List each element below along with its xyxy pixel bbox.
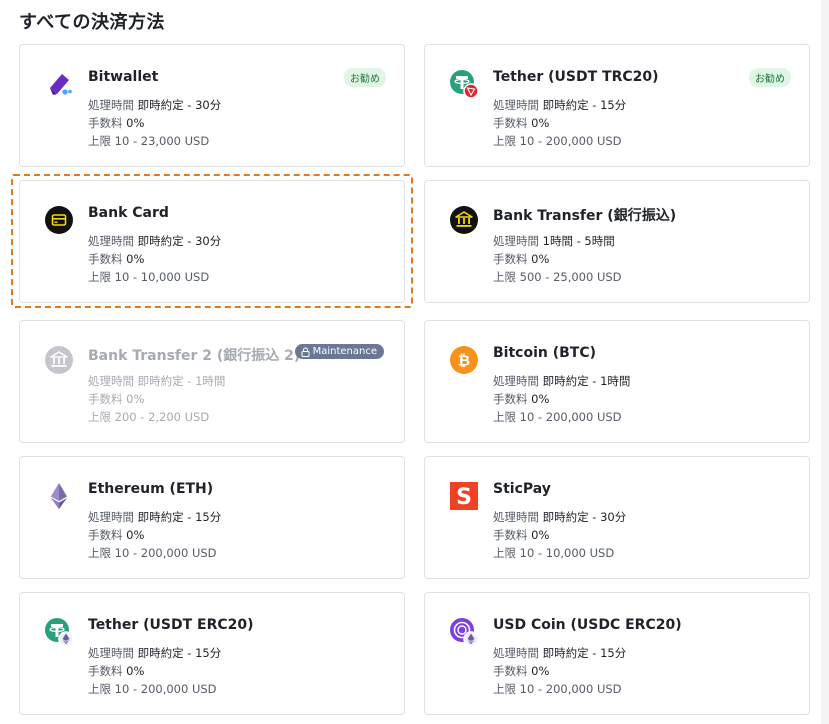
fee: 手数料 0% (88, 252, 145, 266)
method-name: Tether (USDT TRC20) (493, 69, 659, 85)
maintenance-badge: Maintenance (294, 344, 384, 359)
payment-card-bank-transfer-2: Bank Transfer 2 (銀行振込 2) Maintenance 処理時… (19, 320, 405, 443)
payment-card-bank-transfer[interactable]: Bank Transfer (銀行振込) 処理時間 1時間 - 5時間 手数料 … (424, 180, 810, 303)
limit: 上限 10 - 200,000 USD (88, 546, 217, 560)
payment-card-ethereum[interactable]: Ethereum (ETH) 処理時間 即時約定 - 15分 手数料 0% 上限… (19, 456, 405, 579)
lock-icon (301, 347, 310, 357)
method-name: Ethereum (ETH) (88, 481, 214, 497)
fee: 手数料 0% (88, 528, 145, 542)
limit: 上限 200 - 2,200 USD (88, 410, 210, 424)
page-title: すべての決済方法 (19, 12, 166, 33)
bank-icon (44, 345, 74, 375)
bank-card-icon (44, 205, 74, 235)
method-name: Bank Transfer 2 (銀行振込 2) (88, 348, 301, 364)
method-name: Bitwallet (88, 69, 159, 85)
method-name: Bank Card (88, 205, 169, 221)
tether-erc20-icon (44, 617, 74, 647)
bitcoin-icon: ₿ (449, 345, 479, 375)
method-name: SticPay (493, 481, 551, 497)
limit: 上限 10 - 200,000 USD (88, 682, 217, 696)
limit: 上限 10 - 200,000 USD (493, 410, 622, 424)
processing-time: 処理時間 即時約定 - 15分 (88, 510, 222, 524)
payment-card-sticpay[interactable]: S SticPay 処理時間 即時約定 - 30分 手数料 0% 上限 10 -… (424, 456, 810, 579)
limit: 上限 10 - 200,000 USD (493, 682, 622, 696)
payment-card-usdc-erc20[interactable]: USD Coin (USDC ERC20) 処理時間 即時約定 - 15分 手数… (424, 592, 810, 715)
bank-icon (449, 205, 479, 235)
fee: 手数料 0% (493, 528, 550, 542)
recommended-badge: お勧め (344, 68, 386, 87)
fee: 手数料 0% (493, 252, 550, 266)
payment-card-bitcoin[interactable]: ₿ Bitcoin (BTC) 処理時間 即時約定 - 1時間 手数料 0% 上… (424, 320, 810, 443)
scrollbar-track[interactable] (821, 0, 829, 724)
tether-trc20-icon (449, 69, 479, 99)
limit: 上限 10 - 10,000 USD (493, 546, 615, 560)
fee: 手数料 0% (493, 664, 550, 678)
limit: 上限 10 - 200,000 USD (493, 134, 622, 148)
recommended-badge: お勧め (749, 68, 791, 87)
ethereum-icon (44, 481, 74, 511)
svg-text:₿: ₿ (458, 352, 470, 370)
fee: 手数料 0% (88, 664, 145, 678)
usdc-erc20-icon (449, 617, 479, 647)
bitwallet-icon (44, 69, 74, 99)
limit: 上限 10 - 10,000 USD (88, 270, 210, 284)
payment-card-bitwallet[interactable]: Bitwallet お勧め 処理時間 即時約定 - 30分 手数料 0% 上限 … (19, 44, 405, 167)
limit: 上限 500 - 25,000 USD (493, 270, 622, 284)
processing-time: 処理時間 即時約定 - 15分 (88, 646, 222, 660)
processing-time: 処理時間 即時約定 - 15分 (493, 646, 627, 660)
processing-time: 処理時間 即時約定 - 30分 (88, 98, 222, 112)
svg-text:S: S (456, 485, 472, 510)
processing-time: 処理時間 即時約定 - 1時間 (493, 374, 631, 388)
processing-time: 処理時間 即時約定 - 1時間 (88, 374, 226, 388)
method-name: Tether (USDT ERC20) (88, 617, 254, 633)
fee: 手数料 0% (88, 392, 145, 406)
processing-time: 処理時間 1時間 - 5時間 (493, 234, 615, 248)
limit: 上限 10 - 23,000 USD (88, 134, 210, 148)
processing-time: 処理時間 即時約定 - 30分 (88, 234, 222, 248)
fee: 手数料 0% (493, 116, 550, 130)
fee: 手数料 0% (88, 116, 145, 130)
method-name: Bitcoin (BTC) (493, 345, 597, 361)
maintenance-label: Maintenance (312, 346, 377, 357)
method-name: USD Coin (USDC ERC20) (493, 617, 682, 633)
payment-card-tether-erc20[interactable]: Tether (USDT ERC20) 処理時間 即時約定 - 15分 手数料 … (19, 592, 405, 715)
method-name: Bank Transfer (銀行振込) (493, 208, 677, 224)
payment-card-bank-card[interactable]: Bank Card 処理時間 即時約定 - 30分 手数料 0% 上限 10 -… (19, 180, 405, 303)
processing-time: 処理時間 即時約定 - 15分 (493, 98, 627, 112)
payment-card-tether-trc20[interactable]: Tether (USDT TRC20) お勧め 処理時間 即時約定 - 15分 … (424, 44, 810, 167)
fee: 手数料 0% (493, 392, 550, 406)
payment-methods-panel: すべての決済方法 Bitwallet お勧め 処理時間 即時約定 - 30分 手… (0, 0, 829, 724)
processing-time: 処理時間 即時約定 - 30分 (493, 510, 627, 524)
sticpay-icon: S (449, 481, 479, 511)
